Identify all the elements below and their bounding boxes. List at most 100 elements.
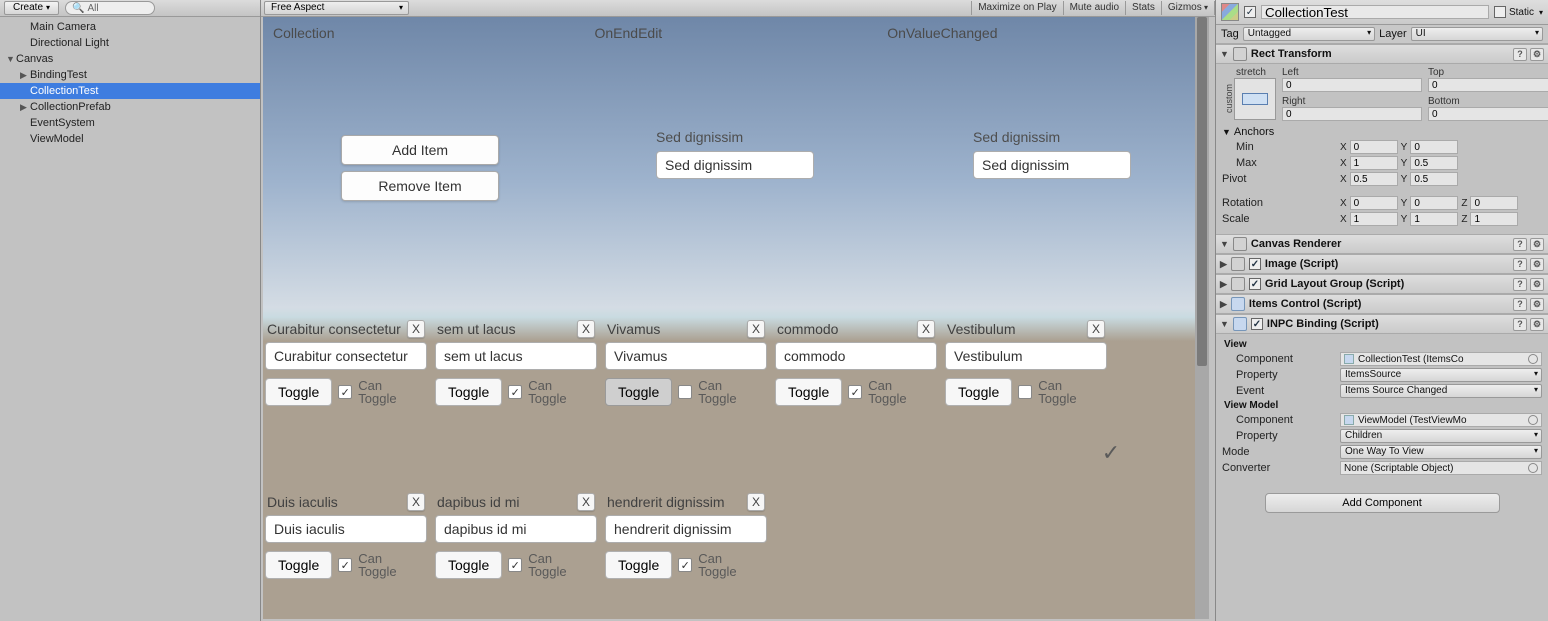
card-input[interactable] (775, 342, 937, 370)
static-toggle[interactable]: Static (1494, 6, 1543, 18)
can-toggle-checkbox[interactable] (678, 558, 692, 572)
rot-x[interactable] (1350, 196, 1398, 210)
anchor-preset-button[interactable] (1234, 78, 1276, 120)
gear-icon[interactable]: ⚙ (1530, 298, 1544, 311)
anchor-min-y[interactable] (1410, 140, 1458, 154)
can-toggle-checkbox[interactable] (508, 558, 522, 572)
gear-icon[interactable]: ⚙ (1530, 278, 1544, 291)
onendedit-input[interactable] (656, 151, 814, 179)
toggle-button[interactable]: Toggle (435, 378, 502, 406)
image-enabled-checkbox[interactable] (1249, 258, 1261, 270)
toggle-button[interactable]: Toggle (265, 378, 332, 406)
gameobject-active-checkbox[interactable] (1244, 6, 1256, 18)
remove-item-button[interactable]: Remove Item (341, 171, 499, 201)
tree-item-directional-light[interactable]: Directional Light (0, 35, 260, 51)
left-field[interactable] (1282, 78, 1422, 92)
close-button[interactable]: X (747, 320, 765, 338)
can-toggle-checkbox[interactable] (848, 385, 862, 399)
rot-y[interactable] (1410, 196, 1458, 210)
tree-item-binding-test[interactable]: ▶BindingTest (0, 67, 260, 83)
tree-item-event-system[interactable]: EventSystem (0, 115, 260, 131)
card-input[interactable] (435, 342, 597, 370)
gear-icon[interactable]: ⚙ (1530, 318, 1544, 331)
card-input[interactable] (265, 515, 427, 543)
layer-dropdown[interactable]: UI (1411, 27, 1543, 41)
tag-layer-row: Tag Untagged Layer UI (1216, 25, 1548, 44)
toggle-button[interactable]: Toggle (775, 378, 842, 406)
onvaluechanged-input[interactable] (973, 151, 1131, 179)
card-input[interactable] (605, 515, 767, 543)
close-button[interactable]: X (577, 493, 595, 511)
card-input[interactable] (265, 342, 427, 370)
tree-item-view-model[interactable]: ViewModel (0, 131, 260, 147)
toggle-button[interactable]: Toggle (605, 378, 672, 406)
card-input[interactable] (945, 342, 1107, 370)
gear-icon[interactable]: ⚙ (1530, 238, 1544, 251)
help-icon[interactable]: ? (1513, 318, 1527, 331)
scale-x[interactable] (1350, 212, 1398, 226)
anchor-min-x[interactable] (1350, 140, 1398, 154)
pivot-x[interactable] (1350, 172, 1398, 186)
help-icon[interactable]: ? (1513, 278, 1527, 291)
stats-toggle[interactable]: Stats (1125, 1, 1161, 15)
close-button[interactable]: X (1087, 320, 1105, 338)
tree-item-collection-test[interactable]: CollectionTest (0, 83, 260, 99)
maximize-on-play-toggle[interactable]: Maximize on Play (971, 1, 1062, 15)
gameobject-name-field[interactable] (1261, 5, 1489, 19)
tag-dropdown[interactable]: Untagged (1243, 27, 1375, 41)
rot-z[interactable] (1470, 196, 1518, 210)
gear-icon[interactable]: ⚙ (1530, 258, 1544, 271)
help-icon[interactable]: ? (1513, 48, 1527, 61)
toggle-button[interactable]: Toggle (265, 551, 332, 579)
vm-component-field[interactable]: ViewModel (TestViewMo (1340, 413, 1542, 427)
bottom-field[interactable] (1428, 107, 1548, 121)
toggle-button[interactable]: Toggle (945, 378, 1012, 406)
aspect-dropdown[interactable]: Free Aspect (264, 1, 409, 15)
converter-field[interactable]: None (Scriptable Object) (1340, 461, 1542, 475)
top-field[interactable] (1428, 78, 1548, 92)
help-icon[interactable]: ? (1513, 238, 1527, 251)
pivot-y[interactable] (1410, 172, 1458, 186)
toggle-button[interactable]: Toggle (605, 551, 672, 579)
mode-dropdown[interactable]: One Way To View (1340, 445, 1542, 459)
create-button[interactable]: Create (4, 1, 59, 15)
tree-item-collection-prefab[interactable]: ▶CollectionPrefab (0, 99, 260, 115)
tree-item-canvas[interactable]: ▼Canvas (0, 51, 260, 67)
scale-z[interactable] (1470, 212, 1518, 226)
anchor-max-x[interactable] (1350, 156, 1398, 170)
can-toggle-checkbox[interactable] (508, 385, 522, 399)
anchor-max-y[interactable] (1410, 156, 1458, 170)
can-toggle-checkbox[interactable] (1018, 385, 1032, 399)
mute-audio-toggle[interactable]: Mute audio (1063, 1, 1125, 15)
close-button[interactable]: X (577, 320, 595, 338)
can-toggle-checkbox[interactable] (338, 558, 352, 572)
game-scrollbar[interactable] (1195, 17, 1209, 619)
gizmos-dropdown[interactable]: Gizmos (1161, 1, 1215, 15)
card-row-2: Duis iaculisXToggleCanToggledapibus id m… (265, 493, 767, 579)
view-event-dropdown[interactable]: Items Source Changed (1340, 384, 1542, 398)
right-field[interactable] (1282, 107, 1422, 121)
card-input[interactable] (435, 515, 597, 543)
grid-enabled-checkbox[interactable] (1249, 278, 1261, 290)
scale-y[interactable] (1410, 212, 1458, 226)
close-button[interactable]: X (407, 493, 425, 511)
inpc-enabled-checkbox[interactable] (1251, 318, 1263, 330)
add-item-button[interactable]: Add Item (341, 135, 499, 165)
foldout-icon[interactable]: ▼ (1220, 49, 1229, 59)
help-icon[interactable]: ? (1513, 258, 1527, 271)
close-button[interactable]: X (917, 320, 935, 338)
add-component-button[interactable]: Add Component (1265, 493, 1500, 513)
close-button[interactable]: X (407, 320, 425, 338)
toggle-button[interactable]: Toggle (435, 551, 502, 579)
view-component-field[interactable]: CollectionTest (ItemsCo (1340, 352, 1542, 366)
gear-icon[interactable]: ⚙ (1530, 48, 1544, 61)
card-input[interactable] (605, 342, 767, 370)
close-button[interactable]: X (747, 493, 765, 511)
help-icon[interactable]: ? (1513, 298, 1527, 311)
vm-property-dropdown[interactable]: Children (1340, 429, 1542, 443)
tree-item-main-camera[interactable]: Main Camera (0, 19, 260, 35)
view-property-dropdown[interactable]: ItemsSource (1340, 368, 1542, 382)
can-toggle-checkbox[interactable] (678, 385, 692, 399)
hierarchy-search[interactable]: 🔍All (65, 1, 155, 15)
can-toggle-checkbox[interactable] (338, 385, 352, 399)
